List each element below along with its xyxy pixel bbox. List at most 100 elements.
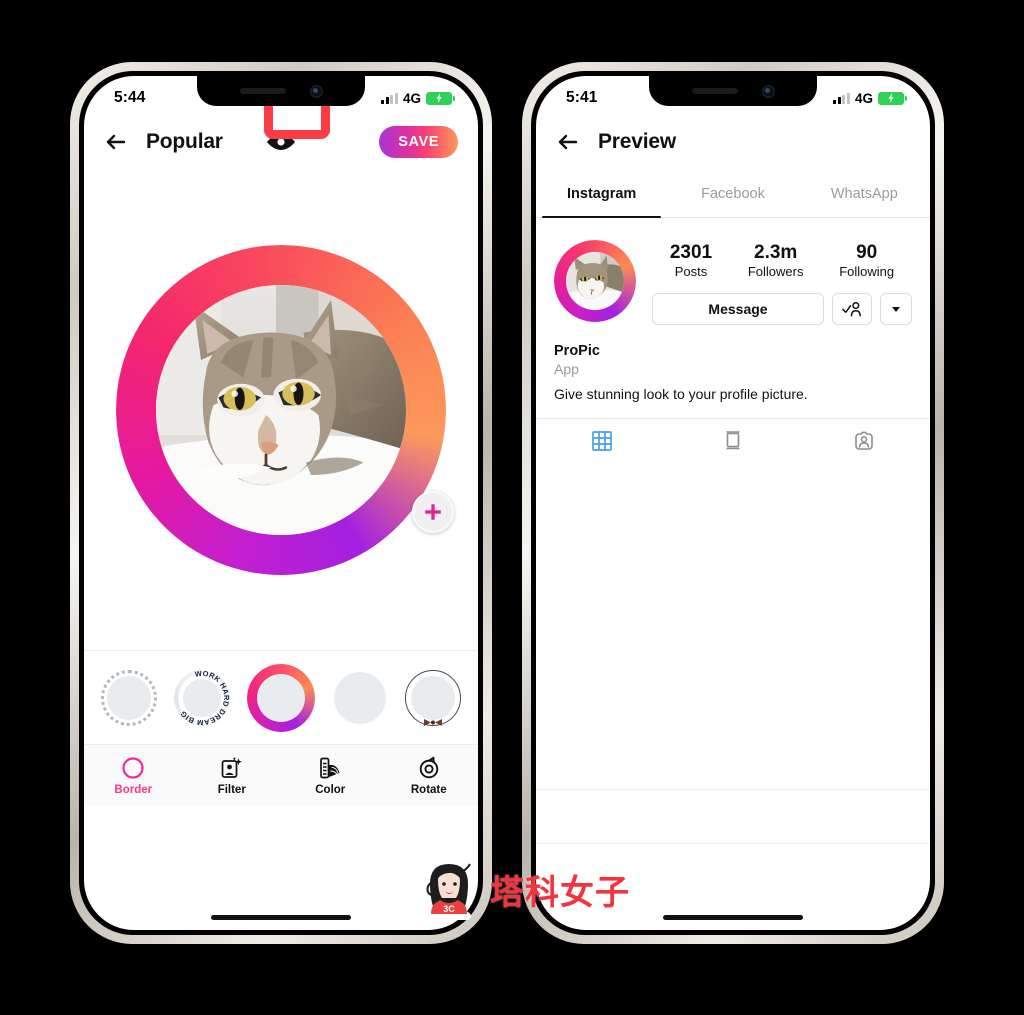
- tool-label: Rotate: [410, 783, 447, 796]
- home-indicator: [211, 915, 351, 920]
- cat-photo: [156, 285, 406, 535]
- avatar[interactable]: [554, 240, 636, 322]
- stat-posts[interactable]: 2301 Posts: [670, 242, 712, 279]
- tab-whatsapp[interactable]: WhatsApp: [799, 170, 930, 217]
- border-thumbnail-list: WORK HARD DREAM BIG: [84, 650, 478, 744]
- content-tabs: [536, 417, 930, 464]
- watermark: 3C 塔科女子: [418, 858, 630, 924]
- profile-name: ProPic: [554, 342, 600, 359]
- battery-charging-icon: [878, 91, 908, 105]
- stat-followers[interactable]: 2.3m Followers: [748, 242, 804, 279]
- signal-bars-icon: [833, 92, 850, 104]
- tool-rotate[interactable]: Rotate: [380, 756, 479, 796]
- more-options-button[interactable]: [880, 292, 912, 325]
- status-clock: 5:44: [114, 89, 146, 106]
- watermark-text: 塔科女子: [490, 872, 630, 913]
- follow-person-check-button[interactable]: [832, 292, 872, 325]
- tab-label: Facebook: [701, 185, 765, 202]
- list-item[interactable]: [332, 670, 388, 726]
- circle-border-icon: [121, 756, 145, 780]
- watermark-avatar-icon: 3C: [418, 858, 480, 924]
- tab-reels[interactable]: [667, 429, 798, 453]
- plus-icon: [425, 504, 441, 520]
- page-title: Popular: [146, 130, 223, 153]
- phone-left-editor: 5:44 4G Popular SAVE WORK HA D DREAM BIG…: [70, 62, 492, 944]
- tool-label: Border: [114, 783, 153, 796]
- svg-text:WORK HARD DREAM BIG: WORK HARD DREAM BIG: [178, 670, 230, 726]
- list-item[interactable]: [405, 669, 462, 726]
- status-indicators: 4G: [833, 90, 908, 106]
- tool-label: Color: [315, 783, 346, 796]
- tab-label: WhatsApp: [830, 185, 898, 202]
- notch: [197, 76, 365, 106]
- tool-filter[interactable]: Filter: [183, 756, 282, 796]
- network-type-label: 4G: [402, 90, 421, 106]
- divider: [536, 843, 930, 844]
- front-camera: [309, 84, 323, 98]
- back-arrow-icon[interactable]: [556, 130, 580, 154]
- bolt-glyph: [888, 93, 894, 103]
- preview-eye-button[interactable]: [263, 129, 299, 155]
- editor-appbar: Popular SAVE: [84, 114, 478, 170]
- add-border-button[interactable]: [412, 491, 454, 533]
- tab-label: Instagram: [567, 185, 637, 202]
- avatar-cat-photo: [566, 252, 624, 310]
- rotate-icon: [417, 756, 441, 780]
- editor-canvas: [84, 170, 478, 650]
- bowtie-icon: [424, 714, 443, 726]
- stat-value: 90: [856, 242, 878, 263]
- notch: [649, 76, 817, 106]
- chevron-down-icon: [892, 306, 900, 312]
- border-label-text: WORK HARD DREAM BIG: [174, 668, 230, 726]
- battery-charging-icon: [426, 91, 456, 105]
- network-type-label: 4G: [854, 90, 873, 106]
- profile-category: App: [554, 360, 579, 377]
- color-swatch-icon: [318, 756, 342, 780]
- svg-text:3C: 3C: [443, 904, 455, 914]
- home-indicator: [663, 915, 803, 920]
- tab-grid[interactable]: [536, 429, 667, 453]
- tool-color[interactable]: Color: [281, 756, 380, 796]
- earpiece-speaker: [239, 88, 286, 94]
- profile-action-buttons: Message: [652, 292, 912, 325]
- tab-tagged[interactable]: [799, 429, 930, 453]
- stat-following[interactable]: 90 Following: [839, 242, 894, 279]
- filter-portrait-icon: [220, 756, 244, 780]
- profile-bio: ProPic App Give stunning look to your pr…: [536, 325, 930, 418]
- phone-bezel: 5:44 4G Popular SAVE WORK HA D DREAM BIG…: [79, 71, 483, 935]
- editor-tool-tabs: Border Filter Color Rotate: [84, 744, 478, 806]
- status-indicators: 4G: [381, 90, 456, 106]
- tool-border[interactable]: Border: [84, 756, 183, 796]
- tab-facebook[interactable]: Facebook: [667, 170, 798, 217]
- tab-instagram[interactable]: Instagram: [536, 170, 667, 218]
- person-check-icon: [842, 301, 861, 317]
- stat-label: Posts: [674, 263, 708, 279]
- save-button[interactable]: SAVE: [379, 126, 458, 158]
- page-title: Preview: [598, 130, 676, 153]
- phone-bezel: 5:41 4G Preview Instagram Facebook Whats…: [531, 71, 935, 935]
- grid-icon: [591, 431, 612, 452]
- phone-right-preview: 5:41 4G Preview Instagram Facebook Whats…: [522, 62, 944, 944]
- list-item[interactable]: [246, 663, 315, 732]
- screen-preview: 5:41 4G Preview Instagram Facebook Whats…: [536, 76, 930, 930]
- stat-label: Followers: [747, 263, 804, 279]
- profile-picture-preview[interactable]: [116, 245, 454, 575]
- screen-editor: 5:44 4G Popular SAVE WORK HA D DREAM BIG…: [84, 76, 478, 930]
- bolt-glyph: [436, 93, 442, 103]
- stat-value: 2301: [669, 242, 713, 263]
- platform-tabs: Instagram Facebook WhatsApp: [536, 170, 930, 218]
- stat-value: 2.3m: [754, 242, 798, 263]
- message-button[interactable]: Message: [652, 292, 824, 325]
- stat-label: Following: [839, 263, 895, 279]
- divider: [536, 789, 930, 790]
- front-camera: [761, 84, 775, 98]
- reels-icon: [726, 431, 740, 450]
- back-arrow-icon[interactable]: [104, 130, 128, 154]
- list-item[interactable]: WORK HARD DREAM BIG: [173, 668, 230, 727]
- earpiece-speaker: [691, 88, 738, 94]
- eye-icon: [267, 134, 295, 150]
- list-item[interactable]: [100, 669, 157, 726]
- status-clock: 5:41: [566, 89, 598, 106]
- profile-description: Give stunning look to your profile pictu…: [554, 385, 808, 402]
- preview-appbar: Preview: [536, 114, 930, 170]
